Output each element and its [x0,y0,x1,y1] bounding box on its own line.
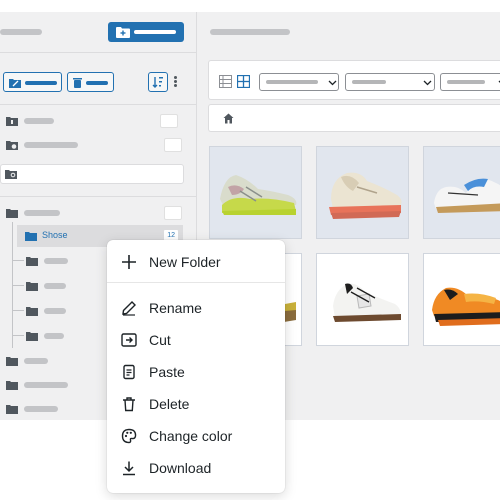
chevron-down-icon [328,80,337,86]
delete-folder-button[interactable] [67,72,114,92]
folder-context-menu: New Folder Rename Cut Paste Delete Chang… [107,240,285,493]
folder-icon [6,405,18,414]
sidebar-tree-divider [0,196,197,197]
all-files-count [160,114,178,128]
media-tile[interactable] [423,253,500,346]
page-title-placeholder [210,29,290,35]
menu-item-label: Cut [149,332,171,348]
root-folder-count [164,206,182,220]
download-icon [123,461,135,476]
folder-search-input[interactable] [19,167,179,181]
folder-label-placeholder [24,358,48,364]
folder-search-field[interactable] [0,164,184,184]
media-tile[interactable] [316,146,409,239]
folder-icon [26,257,38,266]
sneaker-white-black [333,283,401,322]
delete-label-placeholder [86,81,108,85]
recent-count [164,138,182,152]
menu-item-change-color[interactable]: Change color [107,422,285,450]
tree-connector [12,335,24,336]
menu-item-new-folder[interactable]: New Folder [107,248,285,276]
all-files-label-placeholder [24,118,54,124]
menu-item-label: Rename [149,300,202,316]
menu-divider [107,282,285,283]
sort-button[interactable] [148,72,168,92]
media-tile[interactable] [423,146,500,239]
folder-label: Shose [42,230,68,240]
menu-item-paste[interactable]: Paste [107,358,285,386]
folder-open-icon [6,209,18,218]
date-filter[interactable] [345,73,435,91]
root-folder-label-placeholder [24,210,60,216]
home-icon[interactable] [223,113,234,124]
chevron-down-icon [423,80,432,86]
menu-item-label: New Folder [149,254,221,270]
sneaker-white-blue [434,178,500,213]
tree-connector [12,260,24,261]
new-folder-button[interactable] [108,22,184,42]
trash-icon [123,397,135,412]
recent-folder-icon [6,141,18,150]
folder-icon [6,357,18,366]
tree-connector [12,310,24,311]
media-tile[interactable] [209,146,302,239]
folder-label-placeholder [44,283,66,289]
search-folder-icon [5,170,17,179]
folder-label-placeholder [44,258,68,264]
rename-folder-button[interactable] [3,72,62,92]
folder-label-placeholder [24,382,68,388]
filter-value-placeholder [266,80,318,84]
sneaker-orange-black [432,287,500,326]
folder-edit-icon [9,79,21,88]
menu-item-label: Download [149,460,212,476]
folder-icon [26,282,38,291]
sneaker-neon-yellow [220,175,297,215]
menu-item-delete[interactable]: Delete [107,390,285,418]
sort-filter[interactable] [440,73,500,91]
filter-value-placeholder [447,80,485,84]
folder-label-placeholder [44,308,66,314]
menu-item-label: Change color [149,428,233,444]
media-tile[interactable] [316,253,409,346]
menu-item-rename[interactable]: Rename [107,294,285,322]
menu-item-download[interactable]: Download [107,454,285,482]
sidebar-title-placeholder [0,29,42,35]
palette-icon [121,428,137,444]
trash-icon [73,78,82,88]
folder-plus-icon [116,27,130,38]
sidebar-toolbar-divider [0,104,197,105]
folder-icon [6,117,18,126]
menu-item-label: Paste [149,364,185,380]
filter-value-placeholder [352,80,386,84]
more-options-icon[interactable] [172,76,178,88]
paste-icon [123,364,135,380]
recent-label-placeholder [24,142,78,148]
folder-label-placeholder [44,333,64,339]
plus-icon [122,255,136,269]
folder-label-placeholder [24,406,58,412]
media-type-filter[interactable] [259,73,339,91]
media-toolbar [208,60,500,100]
tree-connector [12,285,24,286]
sidebar-header-divider [0,52,197,53]
grid-view-icon[interactable] [237,75,250,88]
cut-icon [121,333,137,347]
folder-icon [25,232,37,241]
menu-item-label: Delete [149,396,190,412]
breadcrumb [208,104,500,132]
new-folder-label-placeholder [134,30,176,34]
sort-icon [152,77,163,88]
folder-icon [26,307,38,316]
menu-item-cut[interactable]: Cut [107,326,285,354]
folder-icon [26,332,38,341]
rename-label-placeholder [25,81,57,85]
pencil-icon [122,301,136,316]
list-view-icon[interactable] [219,75,232,88]
sneaker-cream-pink [329,172,402,219]
folder-icon [6,381,18,390]
